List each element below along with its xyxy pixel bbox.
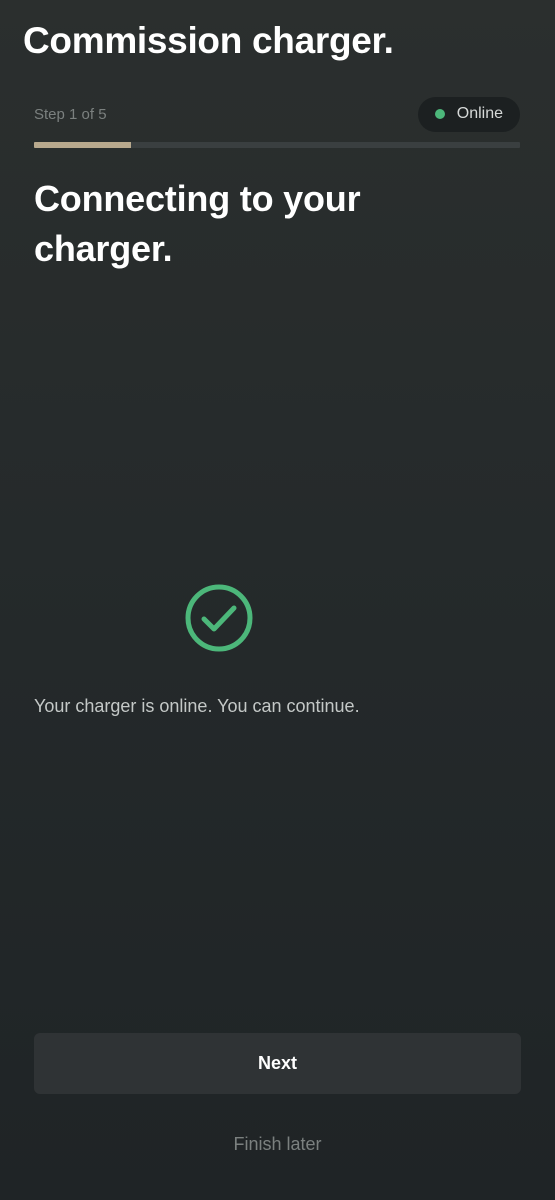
progress-bar-fill xyxy=(34,142,132,148)
finish-later-link[interactable]: Finish later xyxy=(0,1134,555,1155)
status-message: Your charger is online. You can continue… xyxy=(34,696,360,716)
status-dot-icon xyxy=(434,109,445,119)
progress-bar xyxy=(34,142,520,148)
status-badge: Online xyxy=(417,96,520,132)
status-label: Online xyxy=(456,105,503,122)
step-indicator: Step 1 of 5 xyxy=(34,105,107,123)
page-title: Commission charger. xyxy=(23,20,394,61)
step-row: Step 1 of 5 Online xyxy=(34,96,520,132)
step-heading: Connecting to your charger. xyxy=(34,178,361,269)
next-button[interactable]: Next xyxy=(34,1033,521,1094)
check-circle-icon xyxy=(185,584,253,652)
